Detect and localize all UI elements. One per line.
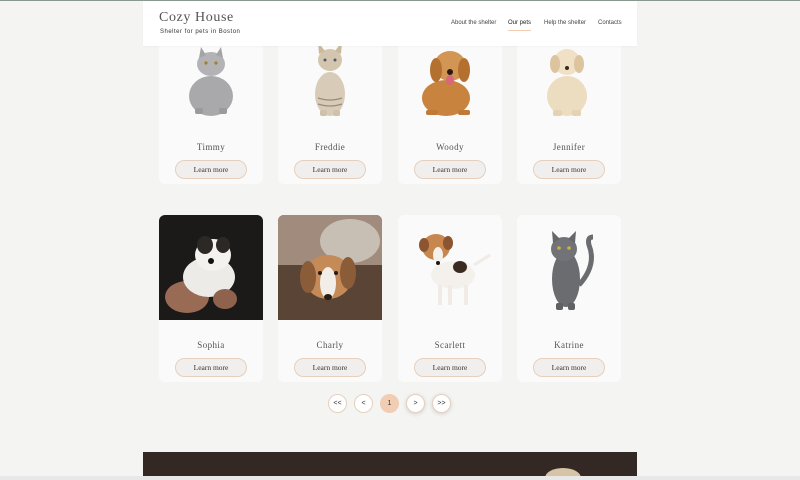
nav-contacts[interactable]: Contacts xyxy=(598,20,622,26)
pet-card-freddie[interactable]: Freddie Learn more xyxy=(278,38,382,184)
pet-card-katrine[interactable]: Katrine Learn more xyxy=(517,215,621,382)
pet-card-jennifer[interactable]: Jennifer Learn more xyxy=(517,38,621,184)
pagination-current-page: 1 xyxy=(380,394,399,413)
pagination-first-button[interactable]: << xyxy=(328,394,347,413)
pet-name: Sophia xyxy=(197,340,225,350)
pet-card-charly[interactable]: Charly Learn more xyxy=(278,215,382,382)
jack-russell-image xyxy=(398,215,502,320)
learn-more-button[interactable]: Learn more xyxy=(175,358,247,377)
russian-blue-cat-image xyxy=(517,215,621,320)
site-header: Cozy House Shelter for pets in Boston Ab… xyxy=(143,1,637,46)
pet-name: Woody xyxy=(436,142,464,152)
pagination-next-button[interactable]: > xyxy=(406,394,425,413)
gray-cat-image xyxy=(159,38,263,143)
learn-more-button[interactable]: Learn more xyxy=(294,358,366,377)
labrador-puppy-image xyxy=(517,38,621,143)
pet-card-scarlett[interactable]: Scarlett Learn more xyxy=(398,215,502,382)
pagination-prev-button[interactable]: < xyxy=(354,394,373,413)
learn-more-button[interactable]: Learn more xyxy=(533,160,605,179)
nav-help-shelter[interactable]: Help the shelter xyxy=(544,20,586,26)
pet-name: Timmy xyxy=(196,142,226,152)
learn-more-button[interactable]: Learn more xyxy=(414,358,486,377)
learn-more-button[interactable]: Learn more xyxy=(414,160,486,179)
pet-name: Katrine xyxy=(554,340,584,350)
pet-name: Charly xyxy=(316,340,344,350)
learn-more-button[interactable]: Learn more xyxy=(175,160,247,179)
pet-name: Jennifer xyxy=(552,142,586,152)
fluffy-puppy-image xyxy=(159,215,263,320)
learn-more-button[interactable]: Learn more xyxy=(294,160,366,179)
pet-card-sophia[interactable]: Sophia Learn more xyxy=(159,215,263,382)
pet-card-woody[interactable]: Woody Learn more xyxy=(398,38,502,184)
pet-name: Freddie xyxy=(314,142,346,152)
horizontal-scrollbar[interactable] xyxy=(0,476,800,480)
beagle-blanket-image xyxy=(278,215,382,320)
logo-title[interactable]: Cozy House xyxy=(159,10,234,26)
pagination-last-button[interactable]: >> xyxy=(432,394,451,413)
logo-subtitle: Shelter for pets in Boston xyxy=(160,29,241,35)
nav-about-shelter[interactable]: About the shelter xyxy=(451,20,496,26)
golden-retriever-image xyxy=(398,38,502,143)
pet-name: Scarlett xyxy=(434,340,466,350)
tabby-kitten-image xyxy=(278,38,382,143)
learn-more-button[interactable]: Learn more xyxy=(533,358,605,377)
pet-card-timmy[interactable]: Timmy Learn more xyxy=(159,38,263,184)
nav-our-pets[interactable]: Our pets xyxy=(508,20,532,31)
